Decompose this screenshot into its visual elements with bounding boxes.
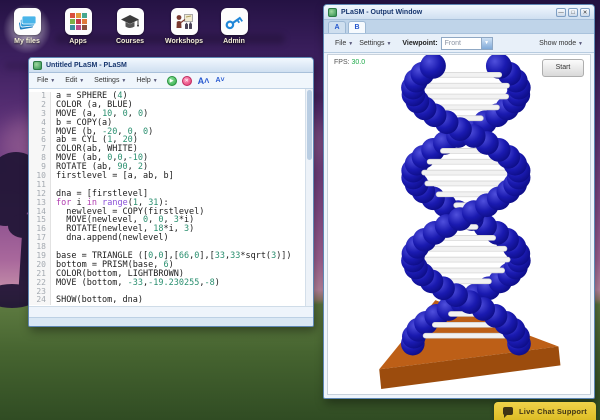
caret-down-icon: ▼ [348, 40, 354, 47]
dna-model-scene [379, 55, 561, 390]
editor-window: Untitled PLaSM - PLaSM File ▼ Edit ▼ Set… [28, 57, 314, 327]
fps-value: 30.0 [351, 59, 366, 66]
viewpoint-value: Front [444, 39, 461, 47]
line-number: 4 [29, 118, 51, 128]
line-number: 6 [29, 136, 51, 146]
desktop-icon-workshops[interactable]: Workshops [158, 8, 210, 45]
menu-settings[interactable]: Settings ▼ [356, 38, 394, 49]
menu-edit[interactable]: Edit ▼ [61, 75, 88, 86]
chat-bubble-icon [503, 407, 513, 418]
desktop-icon-label: Admin [223, 38, 245, 45]
folders-icon [18, 15, 37, 30]
minimize-icon[interactable]: — [556, 7, 566, 17]
tab-b[interactable]: B [348, 21, 366, 33]
fps-label: FPS: [334, 59, 350, 66]
workshops-tile [170, 8, 198, 35]
font-decrease-icon[interactable]: A˅ [215, 76, 224, 86]
desktop-icon-label: Workshops [165, 38, 203, 45]
plasm-app-icon [33, 60, 42, 70]
code-area[interactable]: 1 a = SPHERE (4) 2 COLOR (a, BLUE) 3 MOV… [29, 89, 305, 306]
my-files-tile [13, 8, 41, 35]
plasm-app-icon [328, 7, 337, 17]
mortarboard-icon [121, 14, 139, 28]
stop-icon[interactable]: ✕ [181, 75, 192, 86]
window-controls: — □ ✕ [556, 7, 590, 17]
menu-help[interactable]: Help ▼ [132, 75, 161, 86]
line-number: 8 [29, 153, 51, 164]
editor-window-title: Untitled PLaSM - PLaSM [46, 61, 127, 69]
live-chat-button[interactable]: Live Chat Support [494, 402, 596, 420]
menu-file[interactable]: File ▼ [332, 38, 356, 49]
code-text: MOVE (bottom, -33,-19.230255,-8) [56, 277, 220, 288]
desktop-icon-label: My files [14, 38, 40, 45]
editor-menubar: File ▼ Edit ▼ Settings ▼ Help ▼ ▶ ✕ A˄ A… [29, 73, 313, 89]
code-editor: 1 a = SPHERE (4) 2 COLOR (a, BLUE) 3 MOV… [29, 89, 313, 307]
desktop-icon-courses[interactable]: Courses [104, 8, 156, 45]
app-grid-icon [69, 13, 87, 30]
desktop-icon-label: Apps [69, 38, 87, 45]
line-number: 24 [29, 296, 51, 306]
run-icon[interactable]: ▶ [166, 75, 177, 86]
render-canvas[interactable]: FPS: 30.0 Start [327, 54, 591, 395]
code-line: 24 SHOW(bottom, dna) [29, 295, 305, 306]
output-tabbar: A B [324, 20, 594, 34]
line-number: 3 [29, 109, 51, 119]
output-titlebar[interactable]: PLaSM - Output Window — □ ✕ [324, 5, 594, 20]
viewpoint-label: Viewpoint: [402, 39, 438, 47]
output-toolbar: File ▼ Settings ▼ Viewpoint: Front ▼ Sho… [324, 34, 594, 53]
editor-scrollbar[interactable] [305, 89, 313, 306]
admin-tile [220, 8, 248, 35]
live-chat-label: Live Chat Support [519, 406, 587, 416]
caret-down-icon: ▼ [152, 78, 158, 84]
key-icon [225, 16, 243, 29]
caret-down-icon: ▼ [578, 40, 583, 47]
code-text: SHOW(bottom, dna) [56, 295, 143, 306]
scrollbar-thumb[interactable] [307, 90, 312, 160]
apps-tile [64, 8, 92, 35]
code-line: 22 MOVE (bottom, -33,-19.230255,-8) [29, 277, 305, 288]
editor-statusbar [29, 317, 313, 326]
code-text: firstlevel = [a, ab, b] [56, 171, 174, 182]
caret-down-icon: ▼ [50, 78, 56, 84]
line-number: 1 [29, 91, 51, 101]
desktop-icon-label: Courses [115, 38, 144, 45]
menu-settings[interactable]: Settings ▼ [90, 75, 130, 86]
fps-readout: FPS: 30.0 [334, 59, 365, 66]
close-icon[interactable]: ✕ [580, 7, 590, 17]
presenter-icon [176, 13, 193, 29]
start-button[interactable]: Start [542, 59, 584, 77]
output-window: PLaSM - Output Window — □ ✕ A B File ▼ S… [323, 4, 595, 399]
maximize-icon[interactable]: □ [568, 7, 578, 17]
desktop-icon-apps[interactable]: Apps [52, 8, 104, 45]
courses-tile [116, 8, 144, 35]
font-increase-icon[interactable]: A˄ [198, 76, 210, 86]
caret-down-icon: ▼ [121, 78, 127, 84]
desktop-icon-my-files[interactable]: My files [1, 4, 53, 54]
desktop: My files Apps Courses Workshops Admin Un… [0, 0, 600, 420]
caret-down-icon: ▼ [79, 78, 85, 84]
output-window-title: PLaSM - Output Window [341, 8, 423, 16]
line-number: 2 [29, 100, 51, 110]
show-mode-menu[interactable]: Show mode ▼ [536, 38, 586, 49]
code-line: 10 firstlevel = [a, ab, b] [29, 171, 305, 182]
tab-a[interactable]: A [328, 21, 346, 33]
viewpoint-select[interactable]: Front ▼ [440, 36, 493, 50]
line-number: 5 [29, 127, 51, 137]
menu-file[interactable]: File ▼ [33, 75, 59, 86]
caret-down-icon: ▼ [386, 40, 392, 47]
editor-titlebar[interactable]: Untitled PLaSM - PLaSM [29, 58, 313, 73]
caret-down-icon: ▼ [480, 37, 492, 49]
code-text: dna.append(newlevel) [56, 233, 169, 244]
line-number: 7 [29, 144, 51, 155]
desktop-icon-admin[interactable]: Admin [208, 8, 260, 45]
code-line: 17 dna.append(newlevel) [29, 233, 305, 244]
